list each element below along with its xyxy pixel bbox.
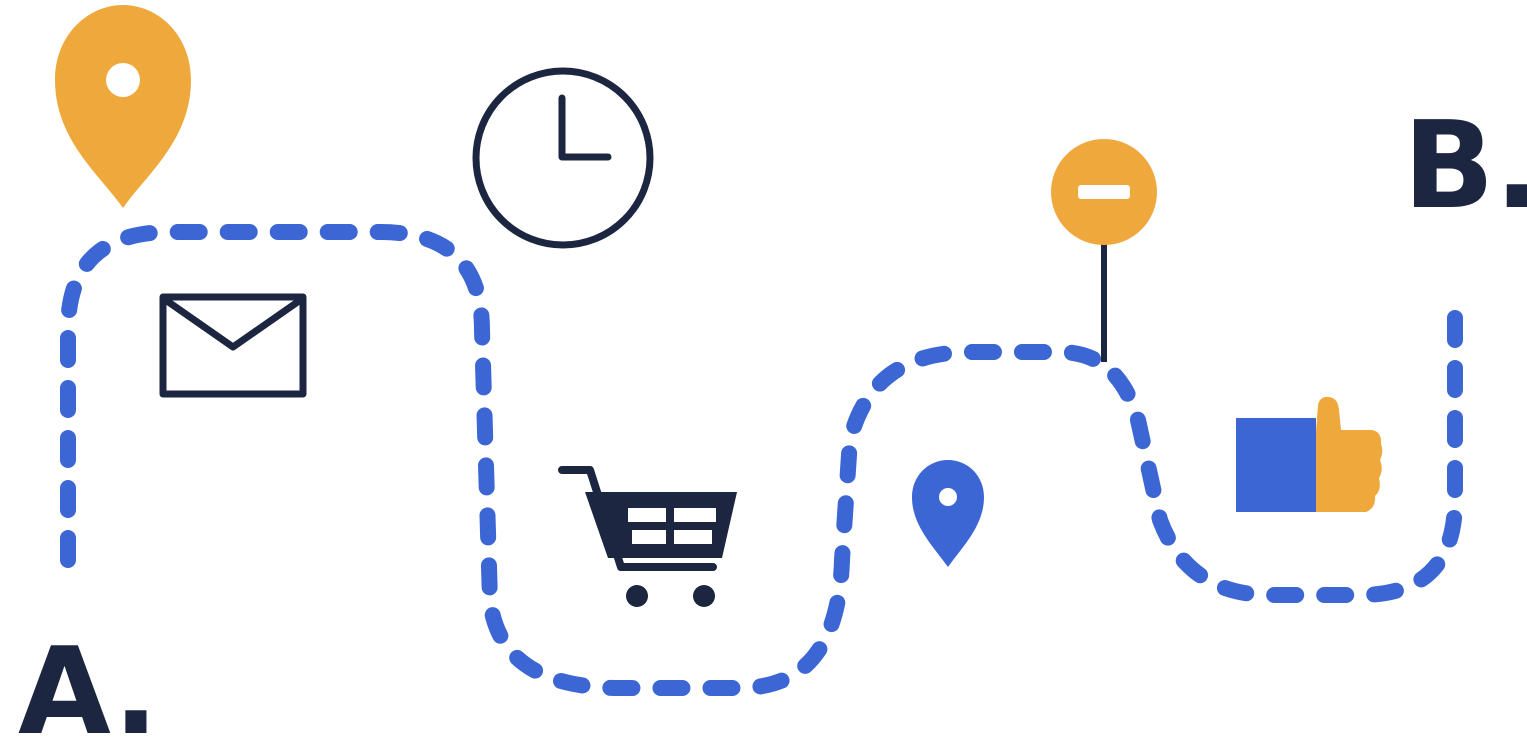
journey-diagram: A. B. [18,5,1527,745]
thumbs-up-icon [1236,396,1383,512]
map-pin-blue-icon [912,460,984,567]
envelope-icon [159,293,307,398]
start-label: A. [18,623,159,745]
no-entry-sign-icon [1051,139,1157,362]
map-pin-orange-icon [55,5,191,208]
shopping-cart-icon [558,466,737,607]
end-label: B. [1403,97,1527,236]
clock-icon [472,67,654,249]
